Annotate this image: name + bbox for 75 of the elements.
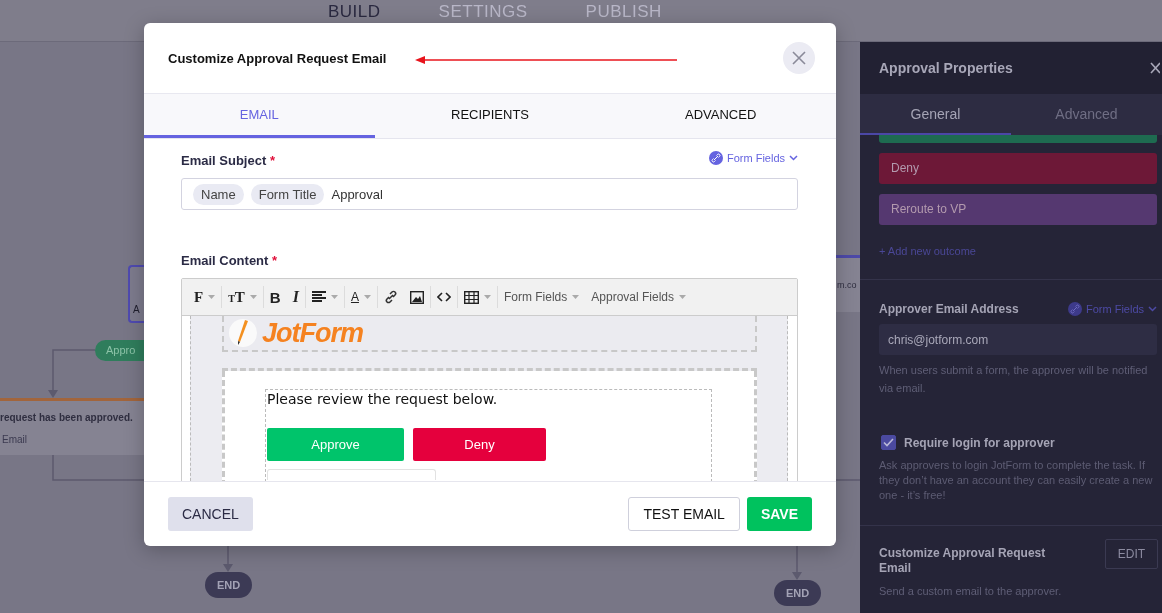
field-tag[interactable]: Form Title: [250, 183, 325, 205]
italic-button[interactable]: I: [292, 288, 299, 306]
logo-text: JotForm: [262, 317, 363, 349]
nav-tab[interactable]: BUILD: [328, 0, 381, 21]
flow-card[interactable]: request has been approved. Email: [0, 398, 145, 455]
dialog-tab[interactable]: ADVANCED: [605, 94, 836, 138]
node-label: m.co: [836, 280, 857, 290]
link-icon[interactable]: [383, 290, 398, 304]
caret-icon: [572, 295, 580, 299]
toolbar-item[interactable]: I: [286, 286, 306, 308]
pencil-icon: [228, 318, 258, 348]
email-action-button[interactable]: Deny: [413, 428, 546, 461]
toolbar-menu[interactable]: Form Fields: [503, 290, 568, 304]
toolbar-item[interactable]: B: [263, 286, 287, 308]
connector-arrow: [223, 545, 233, 572]
caret-icon: [330, 295, 338, 299]
chevron-icon: [1148, 306, 1157, 312]
help-text: Send a custom email to the approver.: [879, 584, 1063, 599]
table-icon[interactable]: [463, 290, 479, 304]
field-label: Approver Email Address: [879, 302, 1019, 316]
card-subtitle: Email: [1, 434, 28, 445]
toolbar-item[interactable]: A: [344, 286, 378, 308]
dialog-tab[interactable]: EMAIL: [144, 94, 375, 138]
outcome-bar[interactable]: Deny: [879, 153, 1157, 184]
subject-input-field[interactable]: Name Form Title Approval: [181, 178, 798, 210]
bold-button[interactable]: B: [269, 288, 281, 306]
close-icon[interactable]: [1150, 62, 1160, 74]
connector-arrow: [48, 349, 96, 398]
email-input-field[interactable]: chris@jotform.com: [879, 324, 1157, 355]
toolbar-menu[interactable]: Approval Fields: [591, 290, 674, 304]
outcome-pill: Appro: [95, 340, 145, 361]
form-fields-link[interactable]: Form Fields: [708, 150, 798, 165]
end-node: END: [205, 572, 252, 598]
text-color-button[interactable]: A: [350, 290, 359, 304]
font-button[interactable]: F: [194, 288, 204, 306]
field-label: Email Subject *: [181, 153, 275, 168]
toolbar-item[interactable]: TT: [222, 286, 264, 308]
section-title: Customize Approval Request Email: [879, 546, 1047, 576]
caret-icon: [208, 295, 216, 299]
dialog-title: Customize Approval Request Email: [168, 50, 387, 66]
help-text: Ask approvers to login JotForm to complete the task. If they don’t have an account they can easily create a new one - it’s free!: [879, 458, 1154, 503]
panel-title: Approval Properties: [879, 60, 1013, 76]
toolbar-item[interactable]: F: [188, 286, 223, 308]
connector-arrow: [792, 545, 802, 580]
help-text: When users submit a form, the approver will be notified via email.: [879, 363, 1149, 396]
link-icon: [1067, 302, 1082, 316]
node-label: A: [133, 304, 140, 315]
subject-value: Approval: [331, 186, 383, 202]
checkbox-label: Require login for approver: [904, 435, 1055, 450]
edit-button[interactable]: EDIT: [1105, 539, 1158, 569]
image-icon[interactable]: [409, 290, 424, 304]
close-icon: [792, 51, 806, 65]
dialog-tab[interactable]: RECIPIENTS: [374, 94, 606, 138]
field-tag[interactable]: Name: [193, 183, 244, 205]
toolbar-item[interactable]: Approval Fields: [585, 286, 692, 308]
chevron-icon: [789, 154, 798, 161]
caret-icon: [679, 295, 686, 299]
toolbar-item[interactable]: Form Fields: [497, 286, 586, 308]
caret-icon: [483, 295, 491, 299]
caret-icon: [363, 295, 371, 299]
checkbox[interactable]: [881, 435, 896, 450]
flow-node[interactable]: m.co: [836, 255, 860, 312]
card-title: request has been approved.: [0, 412, 134, 423]
font-size-button[interactable]: TT: [228, 288, 245, 306]
code-icon[interactable]: [436, 292, 451, 302]
caret-icon: [249, 295, 257, 299]
end-node: END: [774, 580, 821, 606]
cancel-button[interactable]: CANCEL: [168, 497, 253, 531]
outcome-bar[interactable]: Reroute to VP: [879, 194, 1157, 225]
field-label: Email Content *: [181, 253, 279, 268]
link-icon: [708, 150, 723, 165]
test-email-button[interactable]: TEST EMAIL: [628, 497, 740, 531]
align-icon[interactable]: [311, 291, 326, 303]
close-button[interactable]: [783, 42, 815, 74]
email-message: Please review the request below.: [267, 391, 499, 407]
